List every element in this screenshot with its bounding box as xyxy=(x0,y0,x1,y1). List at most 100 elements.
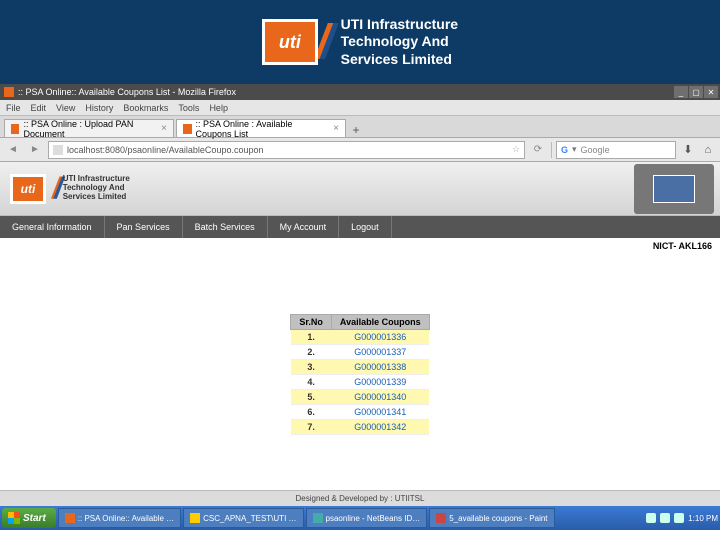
table-row: 3.G000001338 xyxy=(291,360,429,375)
tray-icon[interactable] xyxy=(674,513,684,523)
taskbar-label: psaonline - NetBeans ID… xyxy=(326,514,421,523)
cell-coupon: G000001340 xyxy=(331,390,429,405)
uti-logo-text-small: uti xyxy=(13,177,43,201)
page-content: Sr.No Available Coupons 1.G0000013362.G0… xyxy=(0,254,720,435)
taskbar-icon xyxy=(190,513,200,523)
cell-sr-no: 5. xyxy=(291,390,332,405)
tab-favicon xyxy=(11,124,19,134)
menu-tools[interactable]: Tools xyxy=(178,103,199,113)
search-placeholder: Google xyxy=(581,145,610,155)
cell-coupon: G000001338 xyxy=(331,360,429,375)
tab-favicon xyxy=(183,124,192,134)
brand-banner: uti // UTI Infrastructure Technology And… xyxy=(0,0,720,84)
tab-close-icon[interactable]: × xyxy=(161,123,167,134)
footer-credit: Designed & Developed by : UTIITSL xyxy=(0,490,720,506)
downloads-icon[interactable]: ⬇ xyxy=(680,142,696,158)
firefox-menubar: File Edit View History Bookmarks Tools H… xyxy=(0,100,720,116)
uti-logo: uti // xyxy=(262,15,331,70)
table-row: 1.G000001336 xyxy=(291,330,429,345)
tab-label: :: PSA Online : Available Coupons List xyxy=(196,119,326,139)
firefox-tabbar: :: PSA Online : Upload PAN Document × ::… xyxy=(0,116,720,138)
page-navbar: General Information Pan Services Batch S… xyxy=(0,216,720,238)
menu-file[interactable]: File xyxy=(6,103,21,113)
forward-button[interactable]: ► xyxy=(26,141,44,159)
cell-sr-no: 7. xyxy=(291,420,332,435)
cell-coupon: G000001336 xyxy=(331,330,429,345)
windows-taskbar: Start :: PSA Online:: Available … CSC_AP… xyxy=(0,506,720,530)
url-text: localhost:8080/psaonline/AvailableCoupo.… xyxy=(67,145,263,155)
firefox-icon xyxy=(4,87,14,97)
site-identity-icon xyxy=(53,145,63,155)
uti-logo-text: uti xyxy=(265,22,315,62)
reload-button[interactable]: ⟳ xyxy=(529,141,547,159)
page-viewport: uti // UTI InfrastructureTechnology AndS… xyxy=(0,162,720,506)
taskbar-label: CSC_APNA_TEST\UTI … xyxy=(203,514,296,523)
table-row: 7.G000001342 xyxy=(291,420,429,435)
cell-sr-no: 6. xyxy=(291,405,332,420)
cell-sr-no: 4. xyxy=(291,375,332,390)
pan-card-image xyxy=(634,164,714,214)
nav-general-information[interactable]: General Information xyxy=(0,216,105,238)
clock: 1:10 PM xyxy=(688,514,718,523)
page-logo: uti // UTI InfrastructureTechnology AndS… xyxy=(10,172,130,206)
taskbar-icon xyxy=(65,513,75,523)
taskbar-item-2[interactable]: CSC_APNA_TEST\UTI … xyxy=(183,508,303,528)
taskbar-label: :: PSA Online:: Available … xyxy=(78,514,174,523)
taskbar-label: 5_available coupons - Paint xyxy=(449,514,547,523)
menu-help[interactable]: Help xyxy=(209,103,228,113)
menu-bookmarks[interactable]: Bookmarks xyxy=(123,103,168,113)
firefox-titlebar[interactable]: :: PSA Online:: Available Coupons List -… xyxy=(0,84,720,100)
nav-logout[interactable]: Logout xyxy=(339,216,392,238)
cell-sr-no: 2. xyxy=(291,345,332,360)
maximize-button[interactable]: ▢ xyxy=(689,86,703,98)
brand-title: UTI Infrastructure Technology And Servic… xyxy=(341,16,458,69)
cell-coupon: G000001337 xyxy=(331,345,429,360)
taskbar-icon xyxy=(436,513,446,523)
window-title: :: PSA Online:: Available Coupons List -… xyxy=(18,87,236,97)
taskbar-icon xyxy=(313,513,323,523)
logged-in-user: NICT- AKL166 xyxy=(0,238,720,254)
cell-coupon: G000001342 xyxy=(331,420,429,435)
table-row: 4.G000001339 xyxy=(291,375,429,390)
menu-view[interactable]: View xyxy=(56,103,75,113)
taskbar-item-4[interactable]: 5_available coupons - Paint xyxy=(429,508,554,528)
page-logo-text: UTI InfrastructureTechnology AndServices… xyxy=(63,175,130,201)
close-button[interactable]: ✕ xyxy=(704,86,718,98)
bookmark-star-icon[interactable]: ☆ xyxy=(512,144,520,155)
back-button[interactable]: ◄ xyxy=(4,141,22,159)
minimize-button[interactable]: _ xyxy=(674,86,688,98)
menu-history[interactable]: History xyxy=(85,103,113,113)
browser-tab-2[interactable]: :: PSA Online : Available Coupons List × xyxy=(176,119,346,137)
system-tray[interactable]: 1:10 PM xyxy=(646,513,718,523)
start-label: Start xyxy=(23,513,46,524)
nav-my-account[interactable]: My Account xyxy=(268,216,340,238)
taskbar-item-3[interactable]: psaonline - NetBeans ID… xyxy=(306,508,428,528)
page-header: uti // UTI InfrastructureTechnology AndS… xyxy=(0,162,720,216)
search-engine-icon: G xyxy=(561,145,568,155)
address-bar[interactable]: localhost:8080/psaonline/AvailableCoupo.… xyxy=(48,141,525,159)
cell-sr-no: 3. xyxy=(291,360,332,375)
browser-tab-1[interactable]: :: PSA Online : Upload PAN Document × xyxy=(4,119,174,137)
tray-icon[interactable] xyxy=(646,513,656,523)
nav-batch-services[interactable]: Batch Services xyxy=(183,216,268,238)
nav-pan-services[interactable]: Pan Services xyxy=(105,216,183,238)
column-sr-no: Sr.No xyxy=(291,315,332,330)
firefox-toolbar: ◄ ► localhost:8080/psaonline/AvailableCo… xyxy=(0,138,720,162)
taskbar-item-1[interactable]: :: PSA Online:: Available … xyxy=(58,508,181,528)
cell-coupon: G000001339 xyxy=(331,375,429,390)
tray-icon[interactable] xyxy=(660,513,670,523)
windows-logo-icon xyxy=(8,512,20,524)
tab-label: :: PSA Online : Upload PAN Document xyxy=(23,119,153,139)
home-icon[interactable]: ⌂ xyxy=(700,142,716,158)
new-tab-button[interactable]: + xyxy=(348,123,364,137)
column-available-coupons: Available Coupons xyxy=(331,315,429,330)
table-row: 2.G000001337 xyxy=(291,345,429,360)
brand-logo-group: uti // UTI Infrastructure Technology And… xyxy=(262,15,458,70)
table-row: 6.G000001341 xyxy=(291,405,429,420)
cell-sr-no: 1. xyxy=(291,330,332,345)
tab-close-icon[interactable]: × xyxy=(333,123,339,134)
menu-edit[interactable]: Edit xyxy=(31,103,47,113)
start-button[interactable]: Start xyxy=(2,508,56,528)
cell-coupon: G000001341 xyxy=(331,405,429,420)
search-box[interactable]: G ▾ Google xyxy=(556,141,676,159)
